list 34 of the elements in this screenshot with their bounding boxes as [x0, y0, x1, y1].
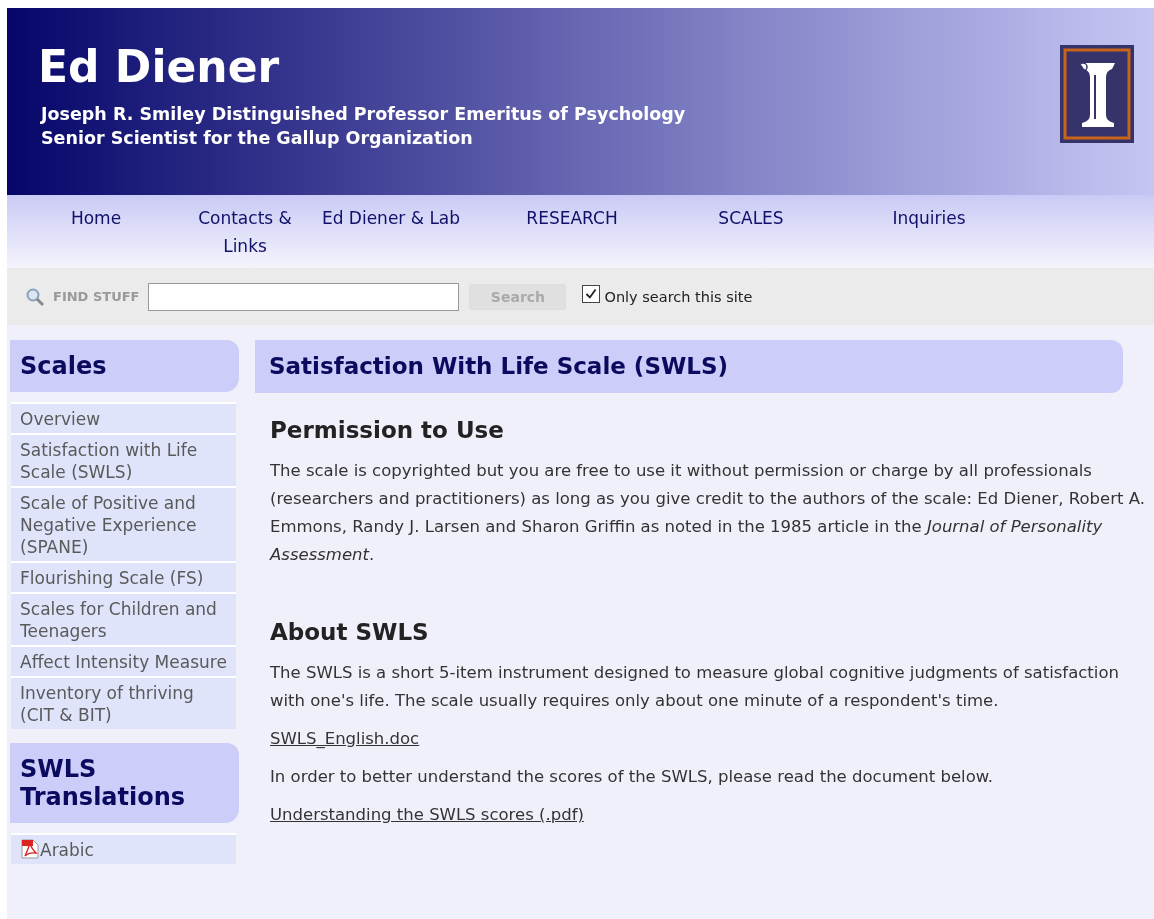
- document-link[interactable]: Understanding the SWLS scores (.pdf): [270, 805, 584, 824]
- nav-link[interactable]: Contacts & Links: [185, 204, 305, 268]
- pdf-icon: [20, 839, 40, 859]
- sidebar-heading: Scales: [10, 340, 239, 392]
- paragraph: The scale is copyrighted but you are free to use it without permission or charge by all professionals (researchers and practitioners) as long as you give credit to the authors of the scale: Ed Diener, Robert A. Emmons, Randy J. Larsen and Sharon Griffin as noted in the 1985 article in the Journal of Personality Assessment.: [270, 460, 1146, 566]
- nav-link[interactable]: RESEARCH: [477, 204, 667, 268]
- search-label: FIND STUFF: [53, 289, 140, 304]
- checkbox[interactable]: [582, 284, 601, 303]
- sidebar-item[interactable]: Flourishing Scale (FS): [11, 561, 236, 592]
- document-link[interactable]: SWLS_English.doc: [270, 729, 420, 748]
- nav-link[interactable]: Home: [7, 204, 185, 268]
- column-logo-icon: [1060, 45, 1134, 143]
- sidebar-item[interactable]: Satisfaction with Life Scale (SWLS): [11, 433, 236, 486]
- paragraph: The SWLS is a short 5-item instrument designed to measure global cognitive judgments of satisfaction with one's life. The scale usually requires only about one minute of a respondent's time.: [270, 662, 1120, 712]
- sidebar-item[interactable]: Overview: [11, 402, 236, 433]
- checkbox-label: Only search this site: [604, 288, 753, 305]
- subtitle: Senior Scientist for the Gallup Organization: [40, 127, 474, 150]
- sidebar-item[interactable]: Affect Intensity Measure: [11, 645, 236, 676]
- sidebar-item[interactable]: Inventory of thriving (CIT & BIT): [11, 676, 236, 729]
- sidebar-heading: SWLS Translations: [10, 743, 239, 823]
- nav-link[interactable]: SCALES: [667, 204, 835, 268]
- page-heading: Satisfaction With Life Scale (SWLS): [255, 340, 1123, 393]
- section-heading: About SWLS: [270, 619, 430, 645]
- paragraph: In order to better understand the scores of the SWLS, please read the document below.: [270, 766, 995, 788]
- nav-link[interactable]: Inquiries: [835, 204, 1023, 268]
- nav-link[interactable]: Ed Diener & Lab: [305, 204, 477, 268]
- search-icon: [25, 286, 45, 307]
- sidebar-item[interactable]: Scales for Children and Teenagers: [11, 592, 236, 645]
- subtitle: Joseph R. Smiley Distinguished Professor Emeritus of Psychology: [39, 103, 686, 126]
- site-title: Ed Diener: [38, 42, 281, 92]
- section-heading: Permission to Use: [270, 417, 505, 443]
- sidebar-item[interactable]: Arabic: [11, 833, 236, 864]
- sidebar-item[interactable]: Scale of Positive and Negative Experience (SPANE): [11, 486, 236, 561]
- search-field[interactable]: [148, 282, 460, 311]
